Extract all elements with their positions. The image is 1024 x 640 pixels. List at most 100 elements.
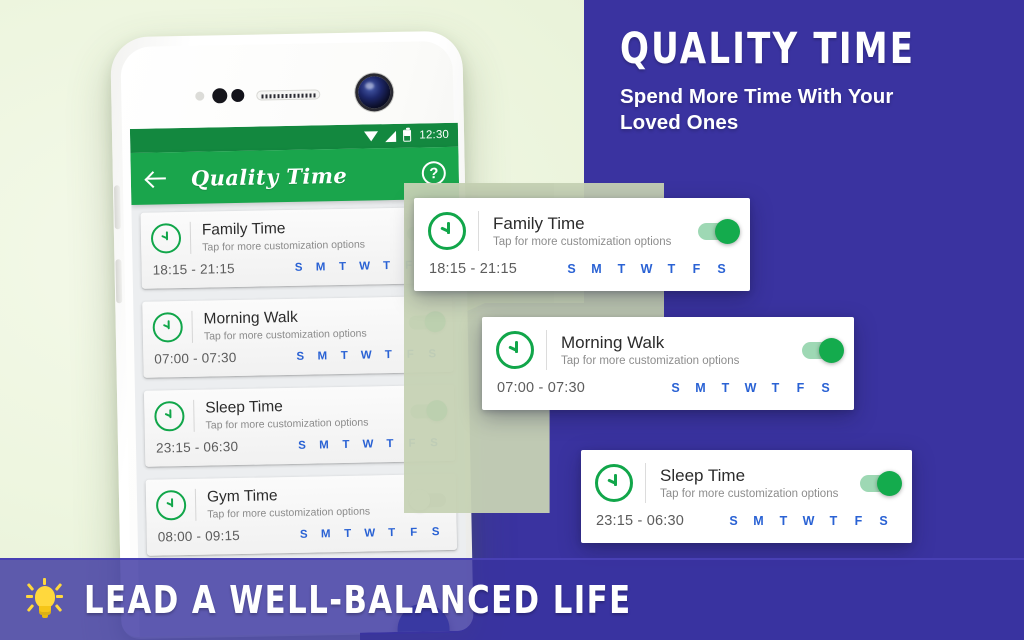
battery-icon <box>403 129 412 142</box>
day-letter[interactable]: S <box>291 439 313 451</box>
callout-toggle-sleep-time[interactable] <box>860 470 902 496</box>
day-letter[interactable]: M <box>313 439 335 451</box>
callout-header: Sleep Time Tap for more customization op… <box>581 450 912 513</box>
status-bar-clock: 12:30 <box>419 128 450 142</box>
day-letter[interactable]: T <box>821 514 846 528</box>
day-letter[interactable]: T <box>763 381 788 395</box>
callout-toggle-family-time[interactable] <box>698 218 740 244</box>
volume-button[interactable] <box>113 185 121 230</box>
divider <box>546 330 547 370</box>
callout-header: Family Time Tap for more customization o… <box>414 198 750 261</box>
day-letter[interactable]: M <box>311 350 333 362</box>
page-title: QUALITY TIME <box>620 24 916 74</box>
callout-time: 23:15 - 06:30 <box>596 513 685 529</box>
day-letter[interactable]: M <box>688 381 713 395</box>
day-letter[interactable]: T <box>381 526 403 538</box>
day-letter[interactable]: T <box>609 262 634 276</box>
promo-subheadline: Spend More Time With Your Loved Ones <box>620 84 1012 136</box>
callout-card[interactable]: Morning Walk Tap for more customization … <box>482 317 854 410</box>
day-letter[interactable]: W <box>738 381 763 395</box>
toggle-knob <box>715 218 740 244</box>
day-letter[interactable]: W <box>634 262 659 276</box>
day-letter[interactable]: F <box>846 514 871 528</box>
day-letter[interactable]: S <box>287 261 309 273</box>
wifi-icon <box>364 130 379 142</box>
day-selector[interactable]: S M T W T F S <box>559 262 734 276</box>
day-letter[interactable]: T <box>377 348 399 361</box>
list-item-title: Gym Time <box>206 487 278 506</box>
power-button[interactable] <box>115 259 123 304</box>
day-letter[interactable]: W <box>359 527 381 539</box>
callout-text: Family Time Tap for more customization o… <box>493 214 690 248</box>
list-item-footer: 08:00 - 09:15 S M T W T F S <box>147 524 457 556</box>
list-item-time: 08:00 - 09:15 <box>157 527 241 545</box>
clock-icon <box>152 312 184 343</box>
day-letter[interactable]: T <box>337 527 359 539</box>
day-letter[interactable]: S <box>721 514 746 528</box>
callout-title: Family Time <box>493 213 585 233</box>
day-letter[interactable]: F <box>684 262 709 276</box>
list-item-text: Gym Time Tap for more customization opti… <box>206 485 407 520</box>
callout-title: Morning Walk <box>561 332 665 352</box>
day-selector[interactable]: S M T W T F S <box>293 526 447 541</box>
callout-time: 18:15 - 21:15 <box>429 261 518 277</box>
day-letter[interactable]: M <box>746 514 771 528</box>
callout-subtitle: Tap for more customization options <box>561 355 740 368</box>
day-letter[interactable]: W <box>355 349 377 361</box>
lightbulb-icon <box>22 578 66 622</box>
day-letter[interactable]: M <box>309 261 331 273</box>
day-letter[interactable]: T <box>335 438 357 450</box>
day-letter[interactable]: S <box>663 381 688 395</box>
back-arrow-icon[interactable] <box>144 166 168 190</box>
app-title: Quality Time <box>190 162 348 191</box>
day-letter[interactable]: T <box>659 262 684 276</box>
subheadline-line-2: Loved Ones <box>620 111 739 135</box>
day-letter[interactable]: S <box>289 350 311 362</box>
day-letter[interactable]: M <box>584 262 609 276</box>
list-item-title: Sleep Time <box>205 398 283 417</box>
day-letter[interactable]: T <box>713 381 738 395</box>
day-letter[interactable]: F <box>788 381 813 395</box>
day-letter[interactable]: S <box>293 528 315 540</box>
list-item-text: Morning Walk Tap for more customization … <box>203 307 403 343</box>
callout-title: Sleep Time <box>660 465 746 485</box>
day-letter[interactable]: T <box>375 259 397 272</box>
subheadline-line-1: Spend More Time With Your <box>620 85 894 108</box>
day-letter[interactable]: S <box>871 514 896 528</box>
day-letter[interactable]: S <box>559 262 584 276</box>
day-letter[interactable]: M <box>315 528 337 540</box>
list-item-time: 07:00 - 07:30 <box>154 350 237 367</box>
banner-tagline: LEAD A WELL-BALANCED LIFE <box>84 578 632 622</box>
day-selector[interactable]: S M T W T F S <box>663 381 838 395</box>
signal-icon <box>385 130 397 142</box>
day-letter[interactable]: S <box>709 262 734 276</box>
clock-icon <box>150 223 182 254</box>
callout-card[interactable]: Sleep Time Tap for more customization op… <box>581 450 912 543</box>
help-circle-icon[interactable]: ? <box>421 160 447 186</box>
callout-toggle-morning-walk[interactable] <box>802 337 844 363</box>
bottom-banner: LEAD A WELL-BALANCED LIFE <box>0 558 1024 640</box>
day-letter[interactable]: W <box>796 514 821 528</box>
day-letter[interactable]: F <box>403 526 425 538</box>
toggle-knob <box>819 337 844 363</box>
day-letter[interactable]: T <box>379 437 401 450</box>
day-letter[interactable]: W <box>357 438 379 450</box>
list-item-text: Family Time Tap for more customization o… <box>202 218 402 254</box>
divider <box>189 221 192 254</box>
day-letter[interactable]: T <box>331 260 353 272</box>
day-letter[interactable]: S <box>425 526 447 538</box>
day-letter[interactable]: T <box>771 514 796 528</box>
day-letter[interactable]: S <box>813 381 838 395</box>
list-item-subtitle: Tap for more customization options <box>203 327 367 343</box>
day-letter[interactable]: T <box>333 349 355 361</box>
divider <box>478 211 479 251</box>
day-selector[interactable]: S M T W T F S <box>721 514 896 528</box>
callout-footer: 18:15 - 21:15 S M T W T F S <box>414 261 750 291</box>
callout-time: 07:00 - 07:30 <box>497 380 586 396</box>
callout-footer: 07:00 - 07:30 S M T W T F S <box>482 380 854 410</box>
clock-icon <box>496 331 534 369</box>
callout-card[interactable]: Family Time Tap for more customization o… <box>414 198 750 291</box>
day-letter[interactable]: W <box>353 260 375 272</box>
list-item-title: Morning Walk <box>203 308 298 328</box>
callout-subtitle: Tap for more customization options <box>493 236 672 249</box>
